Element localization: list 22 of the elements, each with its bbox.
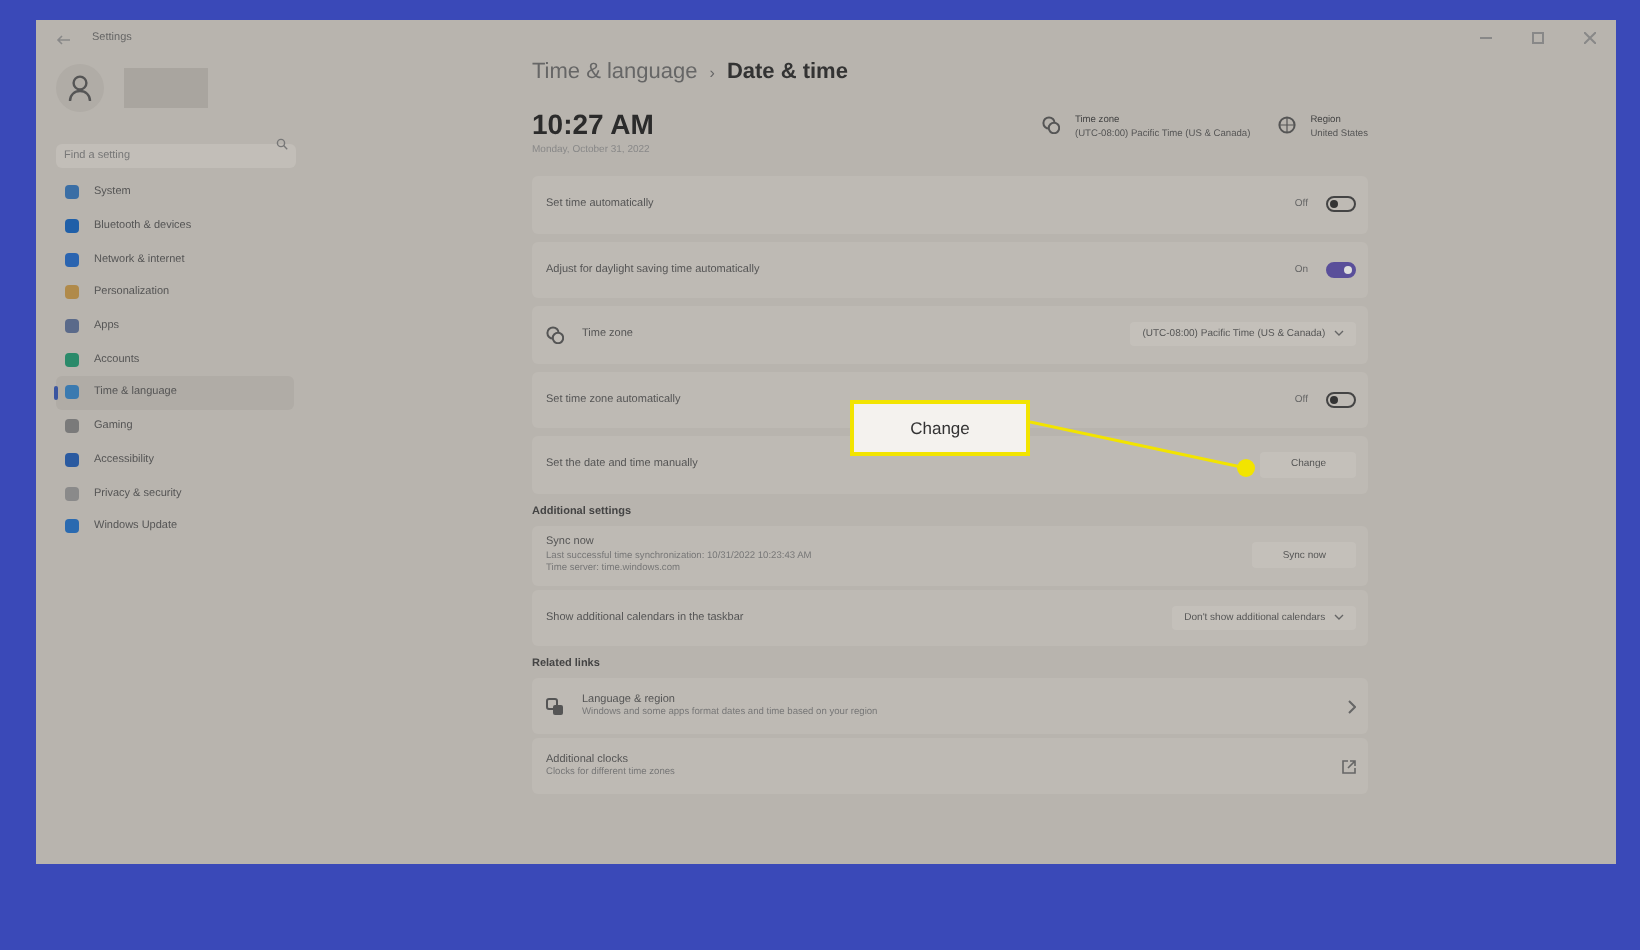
clocks-icon — [1042, 116, 1061, 134]
chevron-right-icon — [1348, 699, 1356, 713]
maximize-icon[interactable] — [1532, 32, 1544, 44]
current-time: 10:27 AM — [532, 108, 654, 140]
toggle-switch[interactable] — [1326, 391, 1356, 408]
chevron-down-icon — [1334, 330, 1344, 337]
page-title: Date & time — [726, 60, 848, 84]
selection-indicator — [54, 386, 57, 401]
search-icon — [276, 138, 288, 150]
avatar-icon — [56, 64, 104, 112]
breadcrumb-parent[interactable]: Time & language — [532, 60, 698, 84]
chevron-down-icon — [1334, 613, 1344, 620]
language-icon — [546, 697, 564, 715]
callout-box: Change — [850, 400, 1030, 456]
minimize-icon[interactable] — [1480, 36, 1492, 40]
toggle-switch[interactable] — [1326, 196, 1356, 213]
external-link-icon — [1342, 759, 1356, 773]
clocks-icon — [546, 325, 564, 344]
globe-icon — [1278, 116, 1297, 134]
close-icon[interactable] — [1584, 32, 1596, 44]
breadcrumb-separator: › — [709, 64, 715, 82]
toggle-switch[interactable] — [1326, 261, 1356, 278]
